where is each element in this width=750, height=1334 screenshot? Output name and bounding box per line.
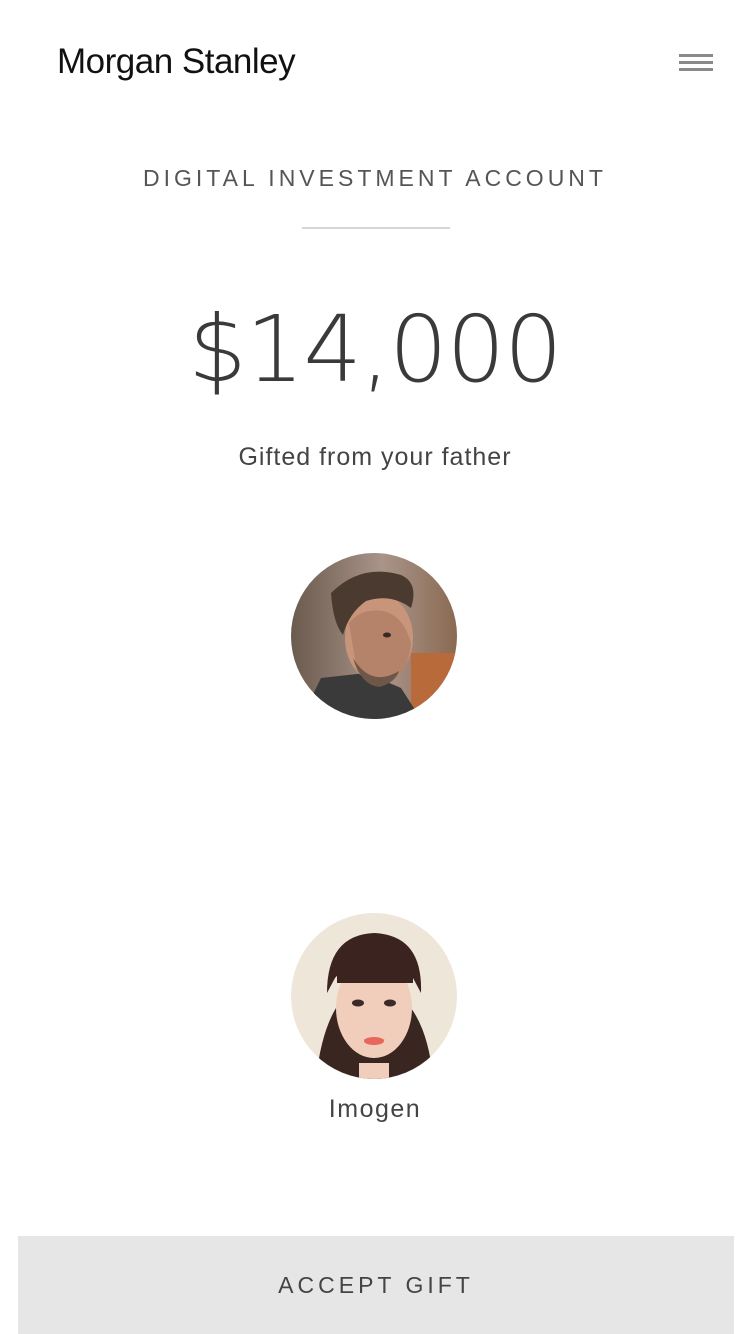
sender-avatar [291,553,457,719]
account-title: DIGITAL INVESTMENT ACCOUNT [143,165,607,191]
recipient-avatar [291,913,457,1079]
title-divider [302,227,450,229]
recipient-name: Imogen [328,1095,422,1123]
menu-line [679,54,713,57]
app-header: Morgan Stanley [0,0,750,130]
brand-logo: Morgan Stanley [57,42,296,81]
gift-amount: $14,000 [188,296,562,403]
hamburger-menu-icon[interactable] [672,46,720,82]
gift-source-text: Gifted from your father [238,443,512,471]
menu-line [679,68,713,71]
menu-line [679,61,713,64]
accept-gift-button[interactable]: ACCEPT GIFT [18,1236,734,1334]
